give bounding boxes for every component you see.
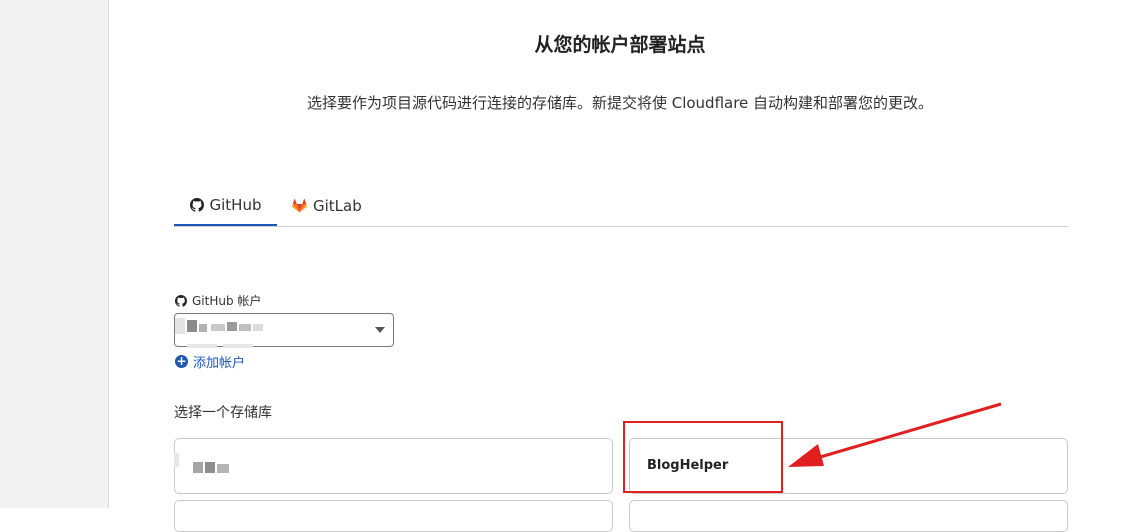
repo-card[interactable] (629, 500, 1068, 532)
tab-github[interactable]: GitHub (174, 186, 277, 226)
annotation-arrow-icon (788, 402, 1002, 467)
tab-github-label: GitHub (209, 196, 262, 214)
page-subtitle: 选择要作为项目源代码进行连接的存储库。新提交将使 Cloudflare 自动构建… (306, 94, 934, 112)
annotation-highlight-box (623, 421, 783, 493)
github-account-select[interactable] (174, 313, 394, 348)
plus-circle-icon: + (175, 354, 188, 368)
github-icon (175, 294, 187, 307)
repo-card[interactable] (174, 500, 613, 532)
repo-card[interactable] (174, 438, 613, 494)
page-title: 从您的帐户部署站点 (534, 34, 706, 56)
left-panel-edge (0, 0, 109, 508)
github-account-label: GitHub 帐户 (175, 292, 261, 309)
add-account-label: 添加帐户 (193, 356, 246, 371)
tab-gitlab[interactable]: GitLab (292, 186, 372, 225)
repo-section-label: 选择一个存储库 (174, 405, 272, 421)
gitlab-icon (292, 198, 307, 213)
github-account-label-text: GitHub 帐户 (192, 294, 262, 308)
provider-tabs: GitHub GitLab (174, 186, 1068, 227)
chevron-down-icon (375, 327, 385, 333)
tab-gitlab-label: GitLab (313, 196, 362, 215)
github-icon (189, 198, 204, 212)
add-account-link[interactable]: + 添加帐户 (175, 352, 245, 371)
